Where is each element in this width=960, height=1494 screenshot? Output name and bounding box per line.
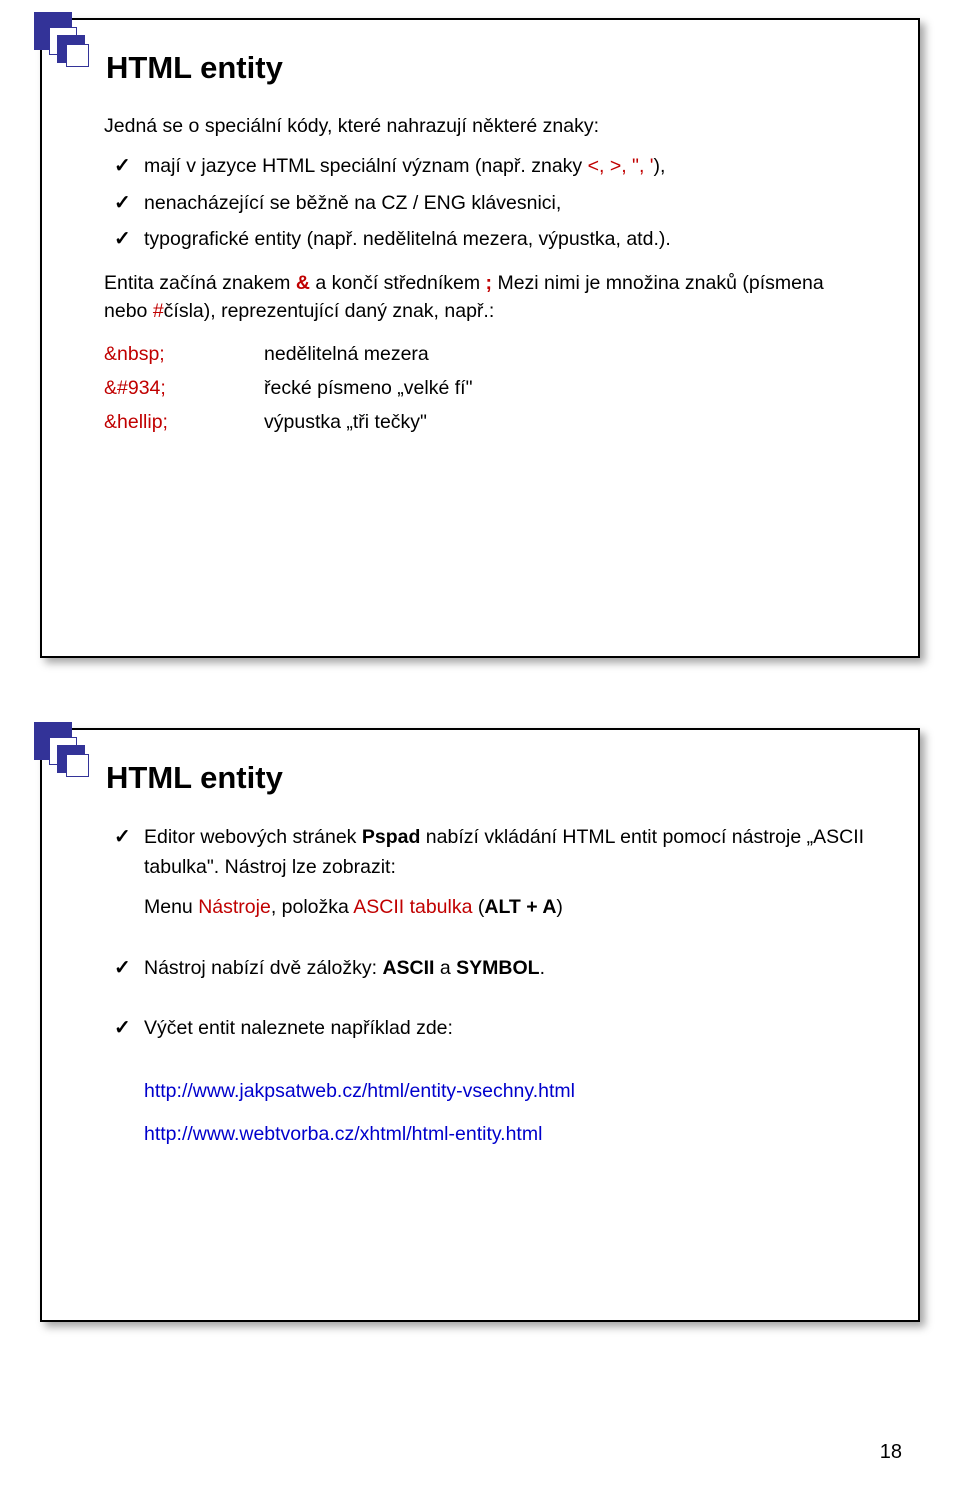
text: , položka [271,896,353,918]
bullet-list: Editor webových stránek Pspad nabízí vkl… [112,822,868,1043]
corner-decor [66,44,89,67]
link[interactable]: http://www.jakpsatweb.cz/html/entity-vse… [144,1080,575,1102]
slide-title: HTML entity [106,50,868,86]
entity-desc: řecké písmeno „velké fí" [264,374,473,402]
text: ( [472,896,484,918]
bold-text: Pspad [362,826,421,848]
red-text: & [296,272,310,294]
example-row: &#934; řecké písmeno „velké fí" [104,374,868,402]
red-text: <, >, ", ' [588,155,654,177]
bullet-text: nenacházející se běžně na CZ / ENG kláve… [144,192,561,214]
bullet-item: Editor webových stránek Pspad nabízí vkl… [112,822,868,923]
bullet-item: nenacházející se běžně na CZ / ENG kláve… [112,189,868,217]
text: Entita začíná znakem [104,272,296,294]
text: Editor webových stránek [144,826,362,848]
entity-code: &hellip; [104,408,264,436]
explain-text: Entita začíná znakem & a končí středníke… [104,269,868,326]
corner-decor [66,754,89,777]
text: Nástroj nabízí dvě záložky: [144,957,382,979]
example-row: &hellip; výpustka „tři tečky" [104,408,868,436]
bullet-text: ), [654,155,666,177]
text: čísla), reprezentující daný znak, např.: [164,300,495,322]
subline: Menu Nástroje, položka ASCII tabulka (AL… [144,892,868,922]
bold-text: SYMBOL [456,957,539,979]
text: . [540,957,545,979]
bullet-list: mají v jazyce HTML speciální význam (nap… [112,152,868,253]
entity-desc: výpustka „tři tečky" [264,408,427,436]
example-row: &nbsp; nedělitelná mezera [104,340,868,368]
intro-text: Jedná se o speciální kódy, které nahrazu… [104,112,868,140]
red-text: Nástroje [198,896,271,918]
link[interactable]: http://www.webtvorba.cz/xhtml/html-entit… [144,1123,542,1145]
bullet-text: typografické entity (např. nedělitelná m… [144,228,671,250]
bullet-item: mají v jazyce HTML speciální význam (nap… [112,152,868,180]
bold-text: ALT + A [484,896,556,918]
text: a končí středníkem [310,272,486,294]
text: ) [556,896,563,918]
text: a [434,957,456,979]
entity-code: &nbsp; [104,340,264,368]
text: Výčet entit naleznete například zde: [144,1017,453,1039]
bullet-text: mají v jazyce HTML speciální význam (nap… [144,155,588,177]
slide-2: HTML entity Editor webových stránek Pspa… [40,728,920,1322]
slide-body: Jedná se o speciální kódy, které nahrazu… [102,112,868,436]
red-text: ASCII tabulka [353,896,472,918]
bullet-item: Nástroj nabízí dvě záložky: ASCII a SYMB… [112,953,868,983]
text: Menu [144,896,198,918]
bullet-item: Výčet entit naleznete například zde: [112,1013,868,1043]
page: HTML entity Jedná se o speciální kódy, k… [0,0,960,1494]
slide-title: HTML entity [106,760,868,796]
bullet-item: typografické entity (např. nedělitelná m… [112,225,868,253]
red-text: # [153,300,164,322]
page-number: 18 [880,1441,902,1464]
slide-1: HTML entity Jedná se o speciální kódy, k… [40,18,920,658]
link-block: http://www.jakpsatweb.cz/html/entity-vse… [144,1073,868,1153]
entity-code: &#934; [104,374,264,402]
entity-desc: nedělitelná mezera [264,340,429,368]
bold-text: ASCII [382,957,434,979]
